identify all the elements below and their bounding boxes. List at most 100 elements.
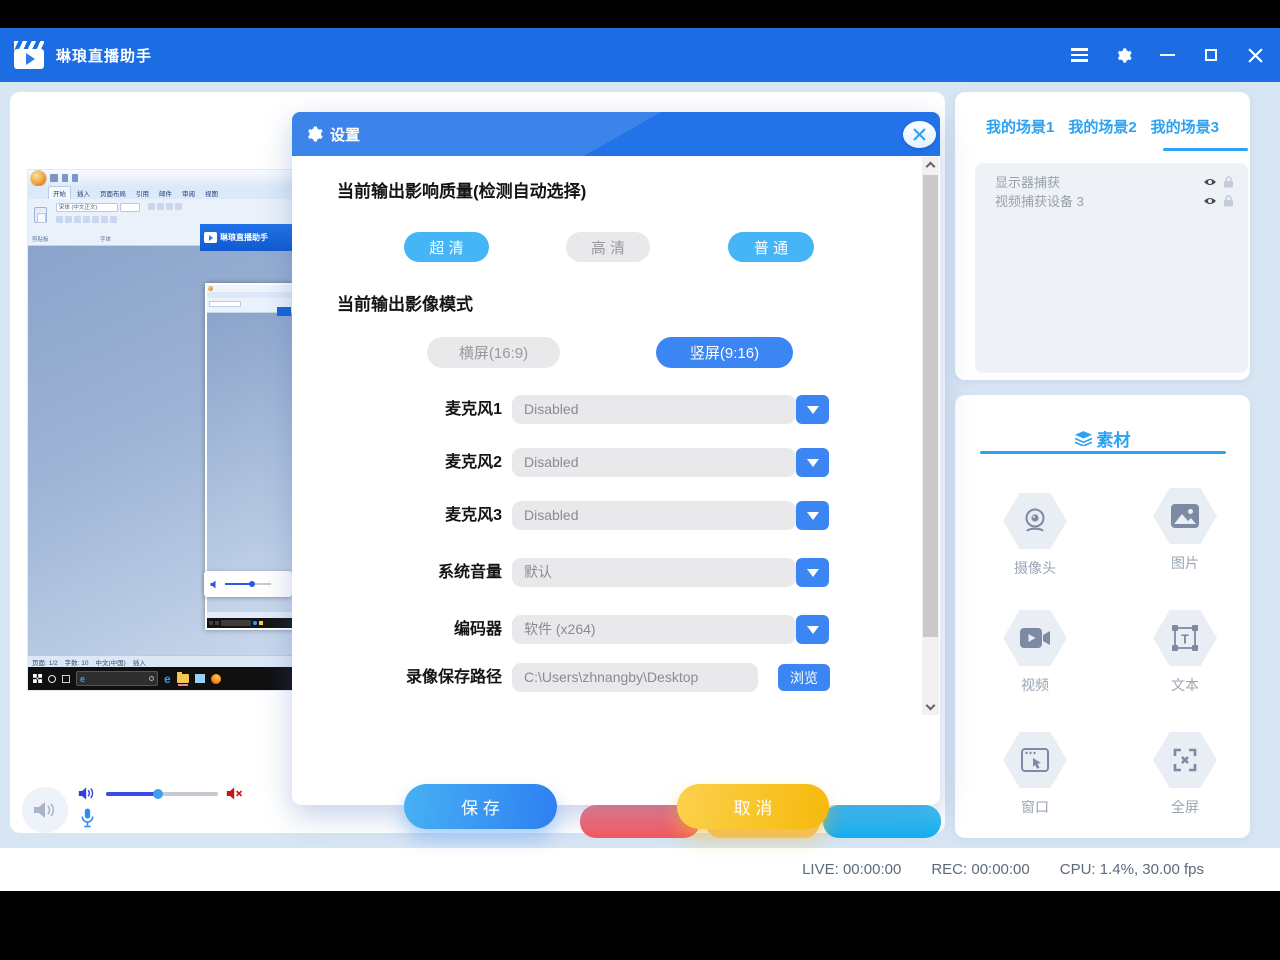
nested-volume-popup (204, 571, 292, 597)
scroll-down-arrow[interactable] (926, 701, 936, 711)
output-speaker-icon[interactable] (78, 786, 96, 806)
tab-scene-1[interactable]: 我的场景1 (986, 116, 1054, 137)
settings-dialog: 设置 当前输出影响质量(检测自动选择) 超 清 高 清 普 通 当前输出影像模式… (292, 112, 940, 805)
quality-option-ultra[interactable]: 超 清 (404, 232, 489, 262)
task-view-icon (62, 675, 70, 683)
field-row-system-volume: 系统音量 默认 (337, 558, 895, 587)
mic1-dropdown-button[interactable] (796, 395, 829, 424)
quality-heading: 当前输出影响质量(检测自动选择) (337, 177, 586, 202)
app-title: 琳琅直播助手 (56, 45, 152, 66)
encoder-dropdown-button[interactable] (796, 615, 829, 644)
window-capture-icon (1021, 748, 1049, 772)
material-image-button[interactable]: 图片 (1150, 488, 1220, 573)
video-camera-icon (1019, 627, 1051, 649)
close-window-button[interactable] (1246, 46, 1264, 64)
rec-time: REC: 00:00:00 (931, 861, 1029, 878)
mic3-dropdown-button[interactable] (796, 501, 829, 530)
mode-option-landscape[interactable]: 横屏(16:9) (427, 337, 560, 368)
settings-dialog-header (292, 112, 940, 156)
master-speaker-button[interactable] (22, 787, 68, 833)
volume-slider-fill (106, 792, 155, 796)
settings-gear-icon (305, 125, 323, 148)
chevron-down-icon (807, 459, 819, 467)
material-text-button[interactable]: T 文本 (1150, 610, 1220, 695)
hidden-action-button-blue[interactable] (823, 805, 941, 838)
material-video-button[interactable]: 视频 (1000, 610, 1070, 695)
material-window-button[interactable]: 窗口 (1000, 732, 1070, 817)
display-capture-preview: 开始 插入 页面布局 引用 邮件 审阅 视图 宋体 (中文正文) 剪贴板 字体 (28, 170, 295, 690)
system-volume-dropdown-button[interactable] (796, 558, 829, 587)
material-fullscreen-button[interactable]: 全屏 (1150, 732, 1220, 817)
fullscreen-icon (1171, 746, 1199, 774)
start-button-icon (33, 674, 42, 683)
encoder-select[interactable]: 软件 (x264) (512, 615, 796, 644)
status-bar: LIVE: 00:00:00 REC: 00:00:00 CPU: 1.4%, … (0, 848, 1280, 891)
maximize-button[interactable] (1202, 46, 1220, 64)
field-row-encoder: 编码器 软件 (x264) (337, 615, 895, 644)
visibility-eye-icon[interactable] (1203, 196, 1217, 206)
taskbar-search-box: e (76, 671, 158, 686)
quality-option-high[interactable]: 高 清 (566, 232, 650, 262)
record-path-input[interactable]: C:\Users\zhnangby\Desktop (512, 663, 758, 692)
tab-scene-2[interactable]: 我的场景2 (1068, 116, 1136, 137)
cancel-button[interactable]: 取 消 (677, 784, 829, 829)
text-icon: T (1171, 624, 1199, 652)
image-icon (1170, 503, 1200, 529)
mode-heading: 当前输出影像模式 (337, 290, 473, 315)
tab-scene-3[interactable]: 我的场景3 (1151, 116, 1219, 137)
source-row-display-capture[interactable]: 显示器捕获 (975, 172, 1248, 191)
materials-title: 素材 (1097, 426, 1131, 451)
settings-dialog-body: 当前输出影响质量(检测自动选择) 超 清 高 清 普 通 当前输出影像模式 横屏… (292, 156, 940, 805)
dialog-scrollbar[interactable] (922, 157, 939, 715)
mode-option-portrait[interactable]: 竖屏(9:16) (656, 337, 793, 368)
material-camera-button[interactable]: 摄像头 (1000, 493, 1070, 578)
nested-app-titlebar: 琳琅直播助手 (200, 224, 295, 251)
mic2-dropdown-button[interactable] (796, 448, 829, 477)
live-time: LIVE: 00:00:00 (802, 861, 901, 878)
microphone-icon[interactable] (80, 808, 95, 833)
mic2-select[interactable]: Disabled (512, 448, 796, 477)
word-quick-access-bar (28, 170, 295, 186)
office-orb-icon (31, 171, 46, 186)
main-area: 开始 插入 页面布局 引用 邮件 审阅 视图 宋体 (中文正文) 剪贴板 字体 (0, 82, 1280, 848)
mic3-select[interactable]: Disabled (512, 501, 796, 530)
scrollbar-thumb[interactable] (923, 175, 938, 637)
webcam-icon (1020, 506, 1050, 536)
volume-slider[interactable] (106, 792, 218, 796)
field-row-mic2: 麦克风2 Disabled (337, 448, 895, 477)
lock-icon[interactable] (1223, 195, 1234, 207)
field-row-mic3: 麦克风3 Disabled (337, 501, 895, 530)
close-dialog-button[interactable] (903, 121, 936, 148)
volume-slider-thumb[interactable] (153, 789, 163, 799)
quality-option-normal[interactable]: 普 通 (728, 232, 814, 262)
word-status-bar: 页面: 1/2 字数: 10 中文(中国) 插入 (28, 655, 295, 667)
minimize-button[interactable] (1158, 46, 1176, 64)
speaker-icon (210, 580, 220, 589)
app-window: 琳琅直播助手 (0, 0, 1280, 960)
chevron-down-icon (807, 626, 819, 634)
browse-button[interactable]: 浏览 (778, 664, 830, 691)
edge-icon: e (164, 673, 171, 685)
menu-icon[interactable] (1070, 46, 1088, 64)
scene-source-list: 显示器捕获 视频捕获设备 3 (975, 163, 1248, 373)
cpu-fps: CPU: 1.4%, 30.00 fps (1060, 861, 1204, 878)
mute-speaker-icon[interactable] (226, 786, 244, 806)
titlebar: 琳琅直播助手 (0, 28, 1280, 82)
materials-underline (980, 451, 1226, 454)
lock-icon[interactable] (1223, 176, 1234, 188)
scroll-up-arrow[interactable] (926, 162, 936, 172)
materials-panel: 素材 摄像头 图片 (955, 395, 1250, 838)
firefox-icon (211, 674, 221, 684)
mic1-select[interactable]: Disabled (512, 395, 796, 424)
source-row-video-capture[interactable]: 视频捕获设备 3 (975, 191, 1248, 210)
active-tab-underline (1163, 148, 1248, 151)
settings-gear-icon[interactable] (1114, 46, 1132, 64)
settings-dialog-title: 设置 (330, 112, 360, 156)
chevron-down-icon (807, 512, 819, 520)
save-button[interactable]: 保 存 (404, 784, 557, 829)
visibility-eye-icon[interactable] (1203, 177, 1217, 187)
chevron-down-icon (807, 406, 819, 414)
cortana-icon (48, 675, 56, 683)
chevron-down-icon (807, 569, 819, 577)
system-volume-select[interactable]: 默认 (512, 558, 796, 587)
